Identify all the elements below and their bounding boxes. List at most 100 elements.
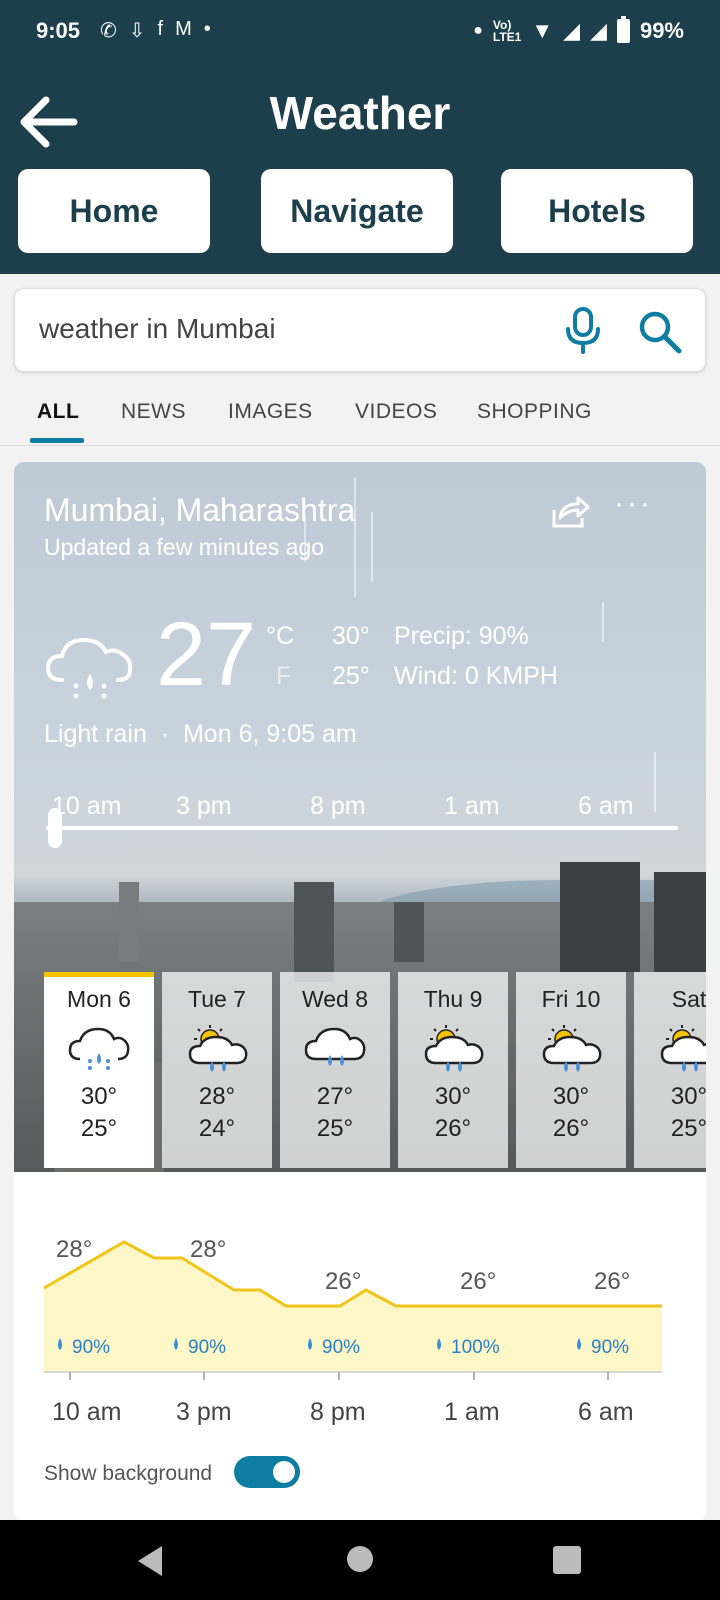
tab-images[interactable]: IMAGES bbox=[228, 400, 313, 424]
location-title: Mumbai, Maharashtra bbox=[44, 492, 356, 528]
share-icon[interactable] bbox=[550, 492, 590, 532]
system-icons: ● Vo) LTE1 ▼ ◢ ◢ 99% bbox=[473, 16, 684, 44]
tab-videos[interactable]: VIDEOS bbox=[355, 400, 437, 424]
chart-hour-label: 3 pm bbox=[176, 1398, 232, 1426]
slider-hour-label: 6 am bbox=[578, 792, 634, 820]
microphone-icon[interactable] bbox=[563, 305, 603, 355]
time-slider-handle[interactable] bbox=[48, 808, 62, 848]
volte-icon: Vo) LTE1 bbox=[492, 18, 522, 44]
time-slider-track[interactable] bbox=[46, 826, 678, 830]
temp-label: 28° bbox=[56, 1236, 92, 1263]
day-name: Mon 6 bbox=[67, 986, 131, 1012]
day-name: Tue 7 bbox=[188, 986, 246, 1012]
precip-label: 90% bbox=[322, 1337, 360, 1358]
hourly-temperature-chart: 28° 28° 26° 26° 26° 90% 90% 90% 100% 90% bbox=[43, 1236, 662, 1380]
day-low: 26° bbox=[434, 1115, 472, 1142]
fahrenheit-toggle[interactable]: F bbox=[276, 662, 291, 691]
search-box bbox=[14, 288, 706, 372]
precip-label: 90% bbox=[188, 1337, 226, 1358]
day-low: 25° bbox=[316, 1115, 354, 1142]
recents-nav-icon[interactable] bbox=[552, 1544, 582, 1576]
day-low: 24° bbox=[198, 1115, 236, 1142]
celsius-toggle[interactable]: °C bbox=[266, 622, 294, 651]
search-tabs: ALL NEWS IMAGES VIDEOS SHOPPING bbox=[0, 388, 720, 446]
page-title: Weather bbox=[269, 87, 451, 139]
sun-rain-cloud-icon bbox=[660, 1025, 706, 1072]
temp-label: 26° bbox=[325, 1268, 361, 1295]
day-forecast-tue[interactable]: Tue 7 28° 24° bbox=[162, 972, 272, 1168]
status-bar: 9:05 ✆ ⇩ f M • ● Vo) LTE1 ▼ ◢ ◢ 99% bbox=[0, 0, 720, 64]
wind-speed: Wind: 0 KMPH bbox=[394, 662, 558, 690]
tab-indicator bbox=[30, 438, 84, 443]
sun-rain-cloud-icon bbox=[542, 1025, 602, 1072]
tab-all[interactable]: ALL bbox=[37, 400, 79, 424]
dot-icon: ● bbox=[473, 22, 483, 39]
battery-level: 99% bbox=[639, 18, 684, 43]
chart-hour-label: 8 pm bbox=[310, 1398, 366, 1426]
day-forecast-sat[interactable]: Sat 30° 25° bbox=[634, 972, 706, 1168]
rain-cloud-icon bbox=[68, 1027, 130, 1070]
chart-hour-label: 6 am bbox=[578, 1398, 634, 1426]
precip-label: 100% bbox=[451, 1337, 500, 1358]
temp-label: 26° bbox=[460, 1268, 496, 1295]
signal-icon: ◢ bbox=[590, 18, 607, 43]
navigate-button[interactable]: Navigate bbox=[261, 169, 453, 253]
notification-icons: ✆ ⇩ f M • bbox=[100, 18, 211, 43]
day-high: 30° bbox=[552, 1083, 590, 1110]
day-low: 26° bbox=[552, 1115, 590, 1142]
day-low: 25° bbox=[80, 1115, 118, 1142]
slider-hour-label: 1 am bbox=[444, 792, 500, 820]
condition-datetime: Mon 6, 9:05 am bbox=[182, 720, 357, 748]
facebook-icon: f bbox=[157, 18, 164, 40]
signal-icon: ◢ bbox=[563, 18, 581, 43]
temp-label: 26° bbox=[594, 1268, 630, 1295]
status-time: 9:05 bbox=[36, 18, 81, 43]
chart-hour-label: 10 am bbox=[52, 1398, 122, 1426]
app-bar: Weather Home Navigate Hotels bbox=[0, 64, 720, 274]
more-options-icon[interactable]: ··· bbox=[614, 489, 654, 532]
precip-label: 90% bbox=[591, 1337, 629, 1358]
back-nav-icon[interactable] bbox=[134, 1544, 166, 1578]
home-nav-icon[interactable] bbox=[346, 1544, 374, 1574]
day-high: 30° bbox=[434, 1083, 472, 1110]
gmail-icon: M bbox=[175, 18, 192, 40]
show-background-label: Show background bbox=[44, 1462, 213, 1485]
condition-text: Light rain bbox=[44, 720, 147, 748]
search-input[interactable] bbox=[39, 313, 519, 345]
dot-icon: • bbox=[203, 18, 211, 40]
day-forecast-thu[interactable]: Thu 9 30° 26° bbox=[398, 972, 508, 1168]
weather-card: Mumbai, Maharashtra Updated a few minute… bbox=[14, 462, 706, 1522]
tab-shopping[interactable]: SHOPPING bbox=[477, 400, 592, 424]
current-temperature: 27 bbox=[156, 605, 257, 705]
day-forecast-mon[interactable]: Mon 6 30° 25° bbox=[44, 972, 154, 1168]
temp-label: 28° bbox=[190, 1236, 226, 1263]
day-name: Sat bbox=[671, 986, 706, 1012]
system-navigation-bar bbox=[0, 1520, 720, 1600]
toggle-knob bbox=[273, 1461, 295, 1483]
rain-cloud-icon bbox=[45, 637, 133, 699]
show-background-toggle[interactable] bbox=[234, 1456, 300, 1488]
sun-rain-cloud-icon bbox=[188, 1025, 248, 1072]
wifi-icon: ▼ bbox=[531, 18, 554, 43]
sun-rain-cloud-icon bbox=[424, 1025, 484, 1072]
updated-text: Updated a few minutes ago bbox=[44, 534, 325, 560]
download-icon: ⇩ bbox=[128, 20, 146, 42]
day-high: 27° bbox=[316, 1083, 354, 1110]
rain-cloud-icon bbox=[304, 1027, 366, 1066]
tab-news[interactable]: NEWS bbox=[121, 400, 186, 424]
search-icon[interactable] bbox=[635, 307, 683, 355]
day-name: Fri 10 bbox=[541, 986, 601, 1012]
slider-hour-label: 8 pm bbox=[310, 792, 366, 820]
high-temp: 30° bbox=[332, 622, 370, 650]
day-name: Wed 8 bbox=[301, 986, 369, 1012]
home-button[interactable]: Home bbox=[18, 169, 210, 253]
day-forecast-wed[interactable]: Wed 8 27° 25° bbox=[280, 972, 390, 1168]
low-temp: 25° bbox=[332, 662, 370, 690]
day-forecast-fri[interactable]: Fri 10 30° 26° bbox=[516, 972, 626, 1168]
day-high: 30° bbox=[670, 1083, 706, 1110]
day-high: 30° bbox=[80, 1083, 118, 1110]
battery-icon bbox=[616, 16, 630, 43]
slider-hour-label: 10 am bbox=[52, 792, 122, 820]
hotels-button[interactable]: Hotels bbox=[501, 169, 693, 253]
chart-hour-label: 1 am bbox=[444, 1398, 500, 1426]
